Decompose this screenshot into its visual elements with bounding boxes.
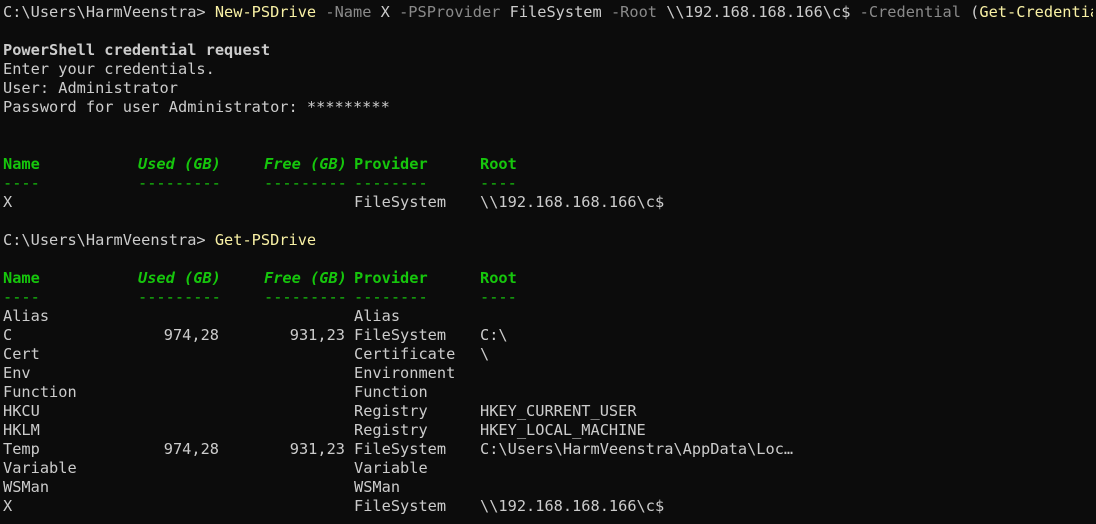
table-row: X FileSystem \\192.168.168.166\c$ (3, 193, 1093, 212)
header-root: Root (480, 269, 517, 287)
cell-provider: Alias (354, 307, 401, 325)
table-row: X FileSystem \\192.168.168.166\c$ (3, 497, 1093, 516)
sep-used: --------- (138, 174, 221, 192)
cell-name: Function (3, 383, 77, 401)
table-row: Temp 974,28 931,23 FileSystem C:\Users\H… (3, 440, 1093, 459)
command-line-new-psdrive: C:\Users\HarmVeenstra> New-PSDrive -Name… (3, 3, 1093, 22)
cell-used: 974,28 (163, 326, 219, 344)
table-row: C 974,28 931,23 FileSystem C:\ (3, 326, 1093, 345)
credential-user: User: Administrator (3, 79, 178, 97)
cell-name: X (3, 497, 13, 515)
table-header: Name Used (GB) Free (GB) Provider Root (3, 155, 1093, 174)
cell-provider: Variable (354, 459, 428, 477)
cell-provider: Registry (354, 421, 428, 439)
table-row: Function Function (3, 383, 1093, 402)
cell-root: HKEY_LOCAL_MACHINE (480, 421, 646, 439)
header-used: Used (GB) (138, 155, 221, 173)
cell-name: HKCU (3, 402, 40, 420)
header-name: Name (3, 155, 40, 173)
table-row: Cert Certificate \ (3, 345, 1093, 364)
table-row: Variable Variable (3, 459, 1093, 478)
param-credential: -Credential (859, 3, 961, 21)
table-row: HKCU Registry HKEY_CURRENT_USER (3, 402, 1093, 421)
table-row: HKLM Registry HKEY_LOCAL_MACHINE (3, 421, 1093, 440)
cell-name: X (3, 193, 13, 211)
prompt: C:\Users\HarmVeenstra> (3, 3, 206, 21)
sep-used: --------- (138, 288, 221, 306)
sep-name: ---- (3, 174, 40, 192)
cell-free: 931,23 (289, 440, 345, 458)
cell-root: C:\Users\HarmVeenstra\AppData\Loca… (480, 440, 800, 458)
table-row: WSMan WSMan (3, 478, 1093, 497)
arg-root: \\192.168.168.166\c$ (666, 3, 851, 21)
cell-root: \\192.168.168.166\c$ (480, 497, 665, 515)
sep-root: ---- (480, 174, 517, 192)
prompt: C:\Users\HarmVeenstra> (3, 231, 206, 249)
cell-root: \\192.168.168.166\c$ (480, 193, 665, 211)
arg-psprovider: FileSystem (509, 3, 602, 21)
cell-name: C (3, 326, 13, 344)
cell-name: Variable (3, 459, 77, 477)
cell-name: Env (3, 364, 31, 382)
sep-provider: -------- (354, 174, 428, 192)
cell-name: WSMan (3, 478, 50, 496)
table-row: Env Environment (3, 364, 1093, 383)
table-row: Alias Alias (3, 307, 1093, 326)
cell-provider: WSMan (354, 478, 401, 496)
header-free: Free (GB) (264, 155, 347, 173)
cell-free: 931,23 (289, 326, 345, 344)
table-header-separator: ---- --------- --------- -------- ---- (3, 174, 1093, 193)
header-used: Used (GB) (138, 269, 221, 287)
command-line-get-psdrive: C:\Users\HarmVeenstra> Get-PSDrive (3, 231, 1093, 250)
param-name: -Name (325, 3, 372, 21)
cell-provider: Certificate (354, 345, 456, 363)
header-provider: Provider (354, 269, 428, 287)
cell-provider: Function (354, 383, 428, 401)
cell-provider: Registry (354, 402, 428, 420)
cell-provider: FileSystem (354, 326, 447, 344)
table-header: Name Used (GB) Free (GB) Provider Root (3, 269, 1093, 288)
param-psprovider: -PSProvider (399, 3, 501, 21)
header-name: Name (3, 269, 40, 287)
cmdlet-get-psdrive: Get-PSDrive (214, 231, 317, 249)
cell-provider: FileSystem (354, 440, 447, 458)
param-root: -Root (610, 3, 657, 21)
cell-root: C:\ (480, 326, 508, 344)
cell-provider: FileSystem (354, 193, 447, 211)
cell-name: HKLM (3, 421, 40, 439)
paren-open: ( (970, 3, 980, 21)
sep-free: --------- (264, 288, 347, 306)
header-free: Free (GB) (264, 269, 347, 287)
cell-name: Cert (3, 345, 40, 363)
cell-provider: Environment (354, 364, 456, 382)
credential-enter: Enter your credentials. (3, 60, 215, 78)
cmdlet-get-credential: Get-Credential (979, 3, 1093, 21)
cell-name: Temp (3, 440, 40, 458)
table-header-separator: ---- --------- --------- -------- ---- (3, 288, 1093, 307)
credential-password: Password for user Administrator: *******… (3, 98, 390, 116)
credential-title: PowerShell credential request (3, 41, 271, 59)
sep-root: ---- (480, 288, 517, 306)
sep-free: --------- (264, 174, 347, 192)
cell-name: Alias (3, 307, 50, 325)
header-root: Root (480, 155, 517, 173)
cmdlet-new-psdrive: New-PSDrive (214, 3, 317, 21)
cell-provider: FileSystem (354, 497, 447, 515)
header-provider: Provider (354, 155, 428, 173)
cell-root: HKEY_CURRENT_USER (480, 402, 637, 420)
sep-provider: -------- (354, 288, 428, 306)
cell-used: 974,28 (163, 440, 219, 458)
cell-root: \ (480, 345, 490, 363)
arg-name: X (380, 3, 390, 21)
sep-name: ---- (3, 288, 40, 306)
terminal-output[interactable]: C:\Users\HarmVeenstra> New-PSDrive -Name… (3, 3, 1093, 521)
